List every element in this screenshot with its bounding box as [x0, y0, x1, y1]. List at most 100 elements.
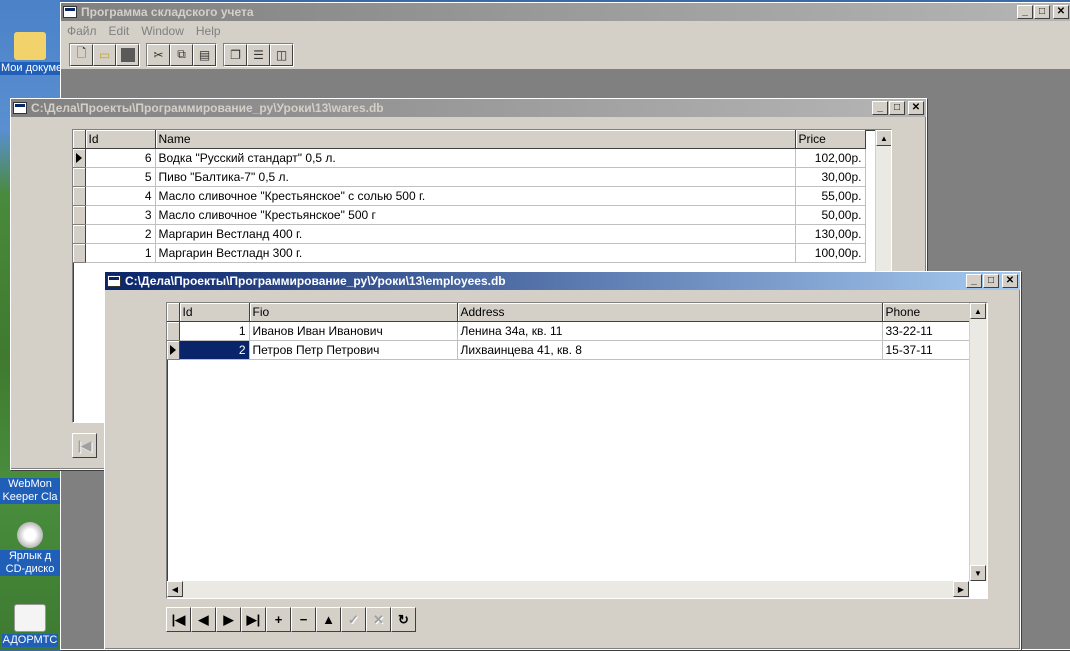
- row-indicator-header: [73, 130, 86, 149]
- open-icon[interactable]: ▭: [93, 43, 116, 66]
- minimize-button[interactable]: _: [1017, 5, 1033, 19]
- tile-horizontal-icon[interactable]: ☰: [247, 43, 270, 66]
- cell-price[interactable]: 100,00р.: [795, 243, 866, 263]
- desktop-icon-my-documents[interactable]: Мои докумен: [0, 32, 60, 79]
- minimize-button[interactable]: _: [872, 101, 888, 115]
- employees-titlebar[interactable]: C:\Дела\Проекты\Программирование_ру\Урок…: [105, 272, 1020, 290]
- maximize-button[interactable]: □: [889, 101, 905, 115]
- row-indicator: [167, 321, 180, 341]
- nav-first-button[interactable]: |◀: [166, 607, 191, 632]
- cell-price[interactable]: 102,00р.: [795, 148, 866, 168]
- row-indicator: [73, 205, 86, 225]
- minimize-button[interactable]: _: [966, 274, 982, 288]
- table-row[interactable]: 2 Маргарин Вестланд 400 г. 130,00р.: [73, 224, 866, 244]
- cell-price[interactable]: 30,00р.: [795, 167, 866, 187]
- close-button[interactable]: ✕: [1002, 274, 1018, 288]
- close-button[interactable]: ✕: [908, 101, 924, 115]
- table-row[interactable]: 1 Иванов Иван Иванович Ленина 34а, кв. 1…: [167, 321, 970, 341]
- cell-phone[interactable]: 15-37-11: [882, 340, 970, 360]
- cascade-icon[interactable]: ❐: [224, 43, 247, 66]
- wares-titlebar[interactable]: C:\Дела\Проекты\Программирование_ру\Урок…: [11, 99, 926, 117]
- paste-icon[interactable]: ▤: [193, 43, 216, 66]
- maximize-button[interactable]: □: [983, 274, 999, 288]
- nav-cancel-button[interactable]: ✕: [366, 607, 391, 632]
- scroll-left-icon[interactable]: ◀: [167, 581, 183, 597]
- table-row[interactable]: 1 Маргарин Вестладн 300 г. 100,00р.: [73, 243, 866, 263]
- scroll-down-icon[interactable]: ▼: [970, 565, 986, 581]
- new-icon[interactable]: 🗋: [70, 43, 93, 66]
- menu-file[interactable]: Файл: [67, 24, 97, 38]
- cell-name[interactable]: Масло сливочное "Крестьянское" 500 г: [155, 205, 796, 225]
- desktop-icon-adormts[interactable]: АДОРМТС: [0, 604, 60, 651]
- column-header-address[interactable]: Address: [457, 303, 883, 322]
- nav-refresh-button[interactable]: ↻: [391, 607, 416, 632]
- column-header-id[interactable]: Id: [179, 303, 250, 322]
- cell-price[interactable]: 55,00р.: [795, 186, 866, 206]
- cell-name[interactable]: Водка "Русский стандарт" 0,5 л.: [155, 148, 796, 168]
- cell-name[interactable]: Масло сливочное "Крестьянское" с солью 5…: [155, 186, 796, 206]
- column-header-price[interactable]: Price: [795, 130, 866, 149]
- toolbar-group-edit: ✂ ⧉ ▤: [146, 42, 217, 67]
- employees-title: C:\Дела\Проекты\Программирование_ру\Урок…: [125, 274, 506, 288]
- cell-id[interactable]: 4: [85, 186, 156, 206]
- nav-delete-button[interactable]: −: [291, 607, 316, 632]
- nav-insert-button[interactable]: +: [266, 607, 291, 632]
- column-header-id[interactable]: Id: [85, 130, 156, 149]
- nav-post-button[interactable]: ✓: [341, 607, 366, 632]
- cell-name[interactable]: Пиво "Балтика-7" 0,5 л.: [155, 167, 796, 187]
- wares-navigator: |◀: [72, 433, 97, 458]
- cut-icon[interactable]: ✂: [147, 43, 170, 66]
- table-row[interactable]: 4 Масло сливочное "Крестьянское" с солью…: [73, 186, 866, 206]
- cell-name[interactable]: Маргарин Вестланд 400 г.: [155, 224, 796, 244]
- toolbar-group-window: ❐ ☰ ◫: [223, 42, 294, 67]
- column-header-name[interactable]: Name: [155, 130, 796, 149]
- cell-price[interactable]: 130,00р.: [795, 224, 866, 244]
- employees-grid[interactable]: Id Fio Address Phone 1 Иванов Иван Ивано…: [166, 302, 988, 599]
- table-row[interactable]: 3 Масло сливочное "Крестьянское" 500 г 5…: [73, 205, 866, 225]
- close-button[interactable]: ✕: [1053, 5, 1069, 19]
- cell-name[interactable]: Маргарин Вестладн 300 г.: [155, 243, 796, 263]
- nav-first-button[interactable]: |◀: [72, 433, 97, 458]
- cell-price[interactable]: 50,00р.: [795, 205, 866, 225]
- desktop-icon-webmoney[interactable]: WebMon Keeper Cla: [0, 478, 60, 508]
- menu-edit[interactable]: Edit: [109, 24, 130, 38]
- window-icon: [13, 102, 27, 114]
- cell-fio[interactable]: Иванов Иван Иванович: [249, 321, 458, 341]
- nav-prior-button[interactable]: ◀: [191, 607, 216, 632]
- nav-edit-button[interactable]: ▲: [316, 607, 341, 632]
- scroll-up-icon[interactable]: ▲: [876, 130, 891, 146]
- main-title: Программа складского учета: [81, 5, 254, 19]
- cell-id[interactable]: 3: [85, 205, 156, 225]
- table-row[interactable]: 2 Петров Петр Петрович Лихваинцева 41, к…: [167, 340, 970, 360]
- table-row[interactable]: 5 Пиво "Балтика-7" 0,5 л. 30,00р.: [73, 167, 866, 187]
- menu-window[interactable]: Window: [141, 24, 184, 38]
- horizontal-scrollbar[interactable]: ◀ ▶: [167, 581, 969, 598]
- nav-last-button[interactable]: ▶|: [241, 607, 266, 632]
- maximize-button[interactable]: □: [1034, 5, 1050, 19]
- column-header-phone[interactable]: Phone: [882, 303, 970, 322]
- cell-address[interactable]: Лихваинцева 41, кв. 8: [457, 340, 883, 360]
- cell-id[interactable]: 2: [85, 224, 156, 244]
- menubar: Файл Edit Window Help: [61, 21, 1070, 40]
- cell-id[interactable]: 1: [85, 243, 156, 263]
- column-header-fio[interactable]: Fio: [249, 303, 458, 322]
- nav-next-button[interactable]: ▶: [216, 607, 241, 632]
- cell-phone[interactable]: 33-22-11: [882, 321, 970, 341]
- vertical-scrollbar[interactable]: ▲ ▼: [969, 303, 987, 581]
- tile-vertical-icon[interactable]: ◫: [270, 43, 293, 66]
- cell-id[interactable]: 2: [179, 340, 250, 360]
- copy-icon[interactable]: ⧉: [170, 43, 193, 66]
- cell-id[interactable]: 1: [179, 321, 250, 341]
- desktop-icon-cd-drive[interactable]: Ярлык д CD-диско: [0, 522, 60, 580]
- row-indicator-header: [167, 303, 180, 322]
- menu-help[interactable]: Help: [196, 24, 221, 38]
- scroll-right-icon[interactable]: ▶: [953, 581, 969, 597]
- main-titlebar[interactable]: Программа складского учета _ □ ✕: [61, 3, 1070, 21]
- cell-address[interactable]: Ленина 34а, кв. 11: [457, 321, 883, 341]
- scroll-up-icon[interactable]: ▲: [970, 303, 986, 319]
- table-row[interactable]: 6 Водка "Русский стандарт" 0,5 л. 102,00…: [73, 148, 866, 168]
- cell-id[interactable]: 5: [85, 167, 156, 187]
- cell-fio[interactable]: Петров Петр Петрович: [249, 340, 458, 360]
- save-icon[interactable]: [116, 43, 139, 66]
- cell-id[interactable]: 6: [85, 148, 156, 168]
